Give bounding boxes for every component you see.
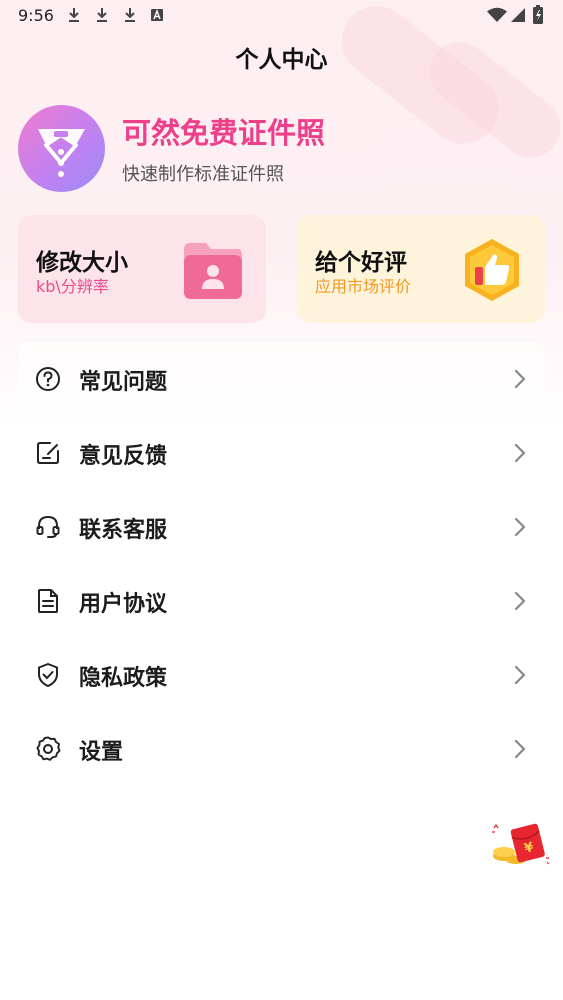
card-title: 给个好评 (315, 250, 407, 276)
red-envelope-button[interactable]: ¥ (490, 820, 550, 868)
menu-label: 常见问题 (79, 370, 168, 395)
menu-label: 用户协议 (79, 592, 168, 617)
app-tagline: 快速制作标准证件照 (122, 164, 284, 185)
menu-label: 意见反馈 (79, 444, 168, 469)
card-subtitle: 应用市场评价 (315, 277, 412, 296)
download-icon (69, 8, 79, 22)
chevron-right-icon (514, 591, 526, 611)
menu-item-faq[interactable]: 常见问题 (18, 342, 545, 414)
rate-card[interactable]: 给个好评 应用市场评价 (297, 215, 545, 323)
menu-label: 设置 (79, 740, 124, 765)
chevron-right-icon (514, 739, 526, 759)
wifi-icon (487, 7, 507, 22)
chevron-right-icon (514, 665, 526, 685)
status-bar: 9:56 (0, 0, 563, 30)
notification-a-icon (151, 9, 163, 21)
chevron-right-icon (514, 369, 526, 389)
document-icon (38, 589, 58, 613)
menu-item-customer-service[interactable]: 联系客服 (18, 490, 545, 564)
feedback-edit-icon (37, 442, 59, 464)
menu-item-settings[interactable]: 设置 (18, 712, 545, 786)
chevron-right-icon (514, 443, 526, 463)
red-envelope-icon: ¥ (492, 823, 550, 865)
menu-label: 联系客服 (79, 518, 168, 543)
menu-item-user-agreement[interactable]: 用户协议 (18, 564, 545, 638)
battery-icon (533, 5, 543, 24)
shield-check-icon (38, 663, 58, 687)
pink-folder-person-icon (184, 243, 242, 299)
gear-icon (36, 736, 61, 761)
status-time: 9:56 (18, 6, 54, 25)
cellular-signal-icon (511, 8, 525, 22)
page-title: 个人中心 (235, 47, 328, 73)
app-logo (18, 105, 105, 192)
menu-item-feedback[interactable]: 意见反馈 (18, 416, 545, 490)
card-title: 修改大小 (36, 250, 128, 276)
headset-icon (36, 515, 60, 538)
question-circle-icon (36, 367, 60, 391)
app-name: 可然免费证件照 (122, 116, 326, 150)
download-icon (125, 8, 135, 22)
settings-menu: 常见问题 意见反馈 联系客服 用户协议 隐私政策 设置 (18, 342, 545, 786)
card-subtitle: kb\分辨率 (36, 277, 109, 296)
download-icon (97, 8, 107, 22)
chevron-right-icon (514, 517, 526, 537)
resize-card[interactable]: 修改大小 kb\分辨率 (18, 215, 266, 323)
thumbs-up-hexagon-icon (465, 239, 519, 301)
menu-item-privacy-policy[interactable]: 隐私政策 (18, 638, 545, 712)
shirt-icon (38, 129, 85, 177)
menu-label: 隐私政策 (79, 666, 168, 691)
